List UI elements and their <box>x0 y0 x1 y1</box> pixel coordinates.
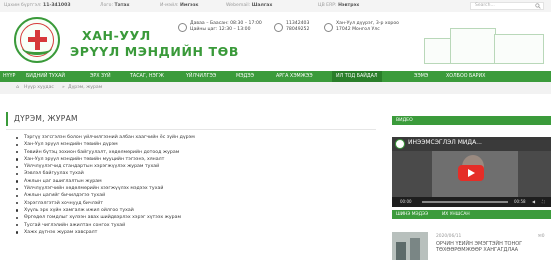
news-thumbnail[interactable] <box>392 232 428 260</box>
list-item[interactable]: Ажлын цаг ашиглалтын журам <box>16 178 195 185</box>
list-item[interactable]: Хэрэглэлгэтэй хочнууд бичлэйт <box>16 200 195 207</box>
logo-emblem-icon[interactable] <box>14 17 60 63</box>
nav-item-legal[interactable]: ЭРХ ЗҮЙ <box>90 71 111 82</box>
topbar-email: И-мэйл: Имгэзк <box>160 3 199 8</box>
fullscreen-icon[interactable]: ⛶ <box>542 197 545 207</box>
brand-name-line1[interactable]: ХАН-УУЛ <box>82 28 151 43</box>
list-item[interactable]: Үйлчлүүлэгчийн хөдөлмөрийн хээгжүүлэх мэ… <box>16 185 195 192</box>
topbar-logo-link[interactable]: Татах <box>115 3 130 8</box>
clock-icon <box>178 23 187 32</box>
search-input[interactable]: Search... <box>470 2 544 10</box>
video-seek-bar[interactable] <box>422 201 508 203</box>
breadcrumb-separator: » <box>62 85 65 90</box>
nav-item-news[interactable]: МЭДЭЭ <box>236 71 254 82</box>
nav-item-eeme[interactable]: ЭЭМЭ <box>414 71 428 82</box>
tab-latest-news[interactable]: ШИНЭ МЭДЭЭ <box>396 210 428 219</box>
search-icon[interactable] <box>535 3 541 9</box>
topbar-phone: Цахим бүртгэл: 11-341003 <box>4 3 71 8</box>
nav-item-events[interactable]: АРГА ХЭМЖЭЭ <box>276 71 313 82</box>
list-item[interactable]: Хан-Уул эрүүл мэндийн төвийн дүрэм <box>16 141 195 148</box>
nav-item-departments[interactable]: ТАСАГ, НЭГЖ <box>130 71 164 82</box>
address: Хан-Уул дүүрэг, 3-р хороо 17042 Монгол У… <box>336 21 399 32</box>
title-divider <box>6 129 376 130</box>
topbar-webmail: Webemail: Шалгах <box>226 3 273 8</box>
page-title: ДҮРЭМ, ЖУРАМ <box>6 112 376 126</box>
list-item[interactable]: Ажлын цагийг бичилдэгээ тухай <box>16 192 195 199</box>
nav-item-services[interactable]: ҮЙЛЧИЛГЭЭ <box>186 71 216 82</box>
list-item[interactable]: Тусгай чиглэлийн ажилтан сонгох тухай <box>16 222 195 229</box>
topbar-email-link[interactable]: Имгэзк <box>180 3 199 8</box>
news-tabs: ШИНЭ МЭДЭЭ ИХ УНШСАН <box>392 210 551 219</box>
nav-item-transparency[interactable]: ИЛ ТОД БАЙДАЛ <box>332 71 382 82</box>
search-placeholder: Search... <box>475 3 495 8</box>
tab-most-read[interactable]: ИХ УНШСАН <box>442 210 470 219</box>
home-icon[interactable]: ⌂ <box>16 82 19 94</box>
breadcrumb-home-link[interactable]: Нүүр хуудас <box>24 82 54 94</box>
topbar-erp: ЦВ ERP: Нэвтрэх <box>318 3 360 8</box>
topbar-webmail-link[interactable]: Шалгах <box>252 3 273 8</box>
list-item[interactable]: Үйлчлүүлэгчид стандартын хэрэгжүүлэх жур… <box>16 163 195 170</box>
video-player[interactable]: ИНЭЭМСЭГЛЭЛ МИДА... 00:00 00:58 ◀ ⛶ <box>392 137 551 207</box>
video-time-start: 00:00 <box>400 199 412 204</box>
topbar-phone-value[interactable]: 11-341003 <box>43 3 70 8</box>
video-title[interactable]: ИНЭЭМСЭГЛЭЛ МИДА... <box>408 139 482 146</box>
breadcrumb: ⌂ Нүүр хуудас » Дүрэм, журам <box>0 82 551 94</box>
brand-name-line2[interactable]: ЭРҮҮЛ МЭНДИЙН ТӨВ <box>70 44 239 59</box>
breadcrumb-current: Дүрэм, журам <box>68 85 103 90</box>
nav-item-about[interactable]: БИДНИЙ ТУХАЙ <box>26 71 65 82</box>
contact-phones: 11342403 78049252 <box>286 21 310 32</box>
channel-avatar[interactable] <box>395 139 405 149</box>
building-illustration <box>424 24 546 66</box>
news-title[interactable]: ОРЧИН ҮЕИЙН ЭМЭГТЭЙН ТОНОГ ТӨХӨӨРӨМЖӨӨР … <box>436 241 548 253</box>
phone-icon <box>274 23 283 32</box>
list-item[interactable]: Ээвлэл байгуулах тухай <box>16 170 195 177</box>
topbar-erp-link[interactable]: Нэвтрэх <box>338 3 359 8</box>
list-item[interactable]: Төвийн бүтэц зохион байгуулалт, хөдөлмөр… <box>16 149 195 156</box>
nav-item-contact[interactable]: ХОЛБОО БАРИХ <box>446 71 485 82</box>
news-comment-count: ✉0 <box>538 234 545 239</box>
volume-icon[interactable]: ◀ <box>532 197 535 207</box>
regulations-list: Тэргүү зэгсгэлэн болон үйлчилгээний алба… <box>16 134 195 236</box>
site-header: ХАН-УУЛ ЭРҮҮЛ МЭНДИЙН ТӨВ Даваа – Баасан… <box>0 12 551 71</box>
video-time-end: 00:58 <box>514 199 526 204</box>
main-nav: НҮҮР БИДНИЙ ТУХАЙ ЭРХ ЗҮЙ ТАСАГ, НЭГЖ ҮЙ… <box>0 71 551 82</box>
news-date: 2020/06/11 <box>436 234 462 239</box>
list-item[interactable]: Хажх дүгнэх журам хавсралт <box>16 229 195 236</box>
list-item[interactable]: Хан-Уул эрүүл мэндийн төвийн мууцийн тэг… <box>16 156 195 163</box>
list-item[interactable]: Өргөдөл гомдлыг хүлээн авах шийдвэрлэх х… <box>16 214 195 221</box>
topbar-logo: Лого: Татах <box>100 3 130 8</box>
list-item[interactable]: Тэргүү зэгсгэлэн болон үйлчилгээний алба… <box>16 134 195 141</box>
location-pin-icon <box>324 23 333 32</box>
list-item[interactable]: Хүүль эрх хүйн хамгалж ижил ойлгоо тухай <box>16 207 195 214</box>
video-section-heading: ВИДЕО <box>392 116 551 125</box>
top-info-bar: Цахим бүртгэл: 11-341003 Лого: Татах И-м… <box>0 0 551 12</box>
working-hours: Даваа – Баасан: 08:30 – 17:00 Цайны цаг:… <box>190 21 262 32</box>
video-controls: 00:00 00:58 ◀ ⛶ <box>392 197 551 207</box>
play-icon[interactable] <box>458 165 484 181</box>
nav-item-home[interactable]: НҮҮР <box>3 71 15 82</box>
